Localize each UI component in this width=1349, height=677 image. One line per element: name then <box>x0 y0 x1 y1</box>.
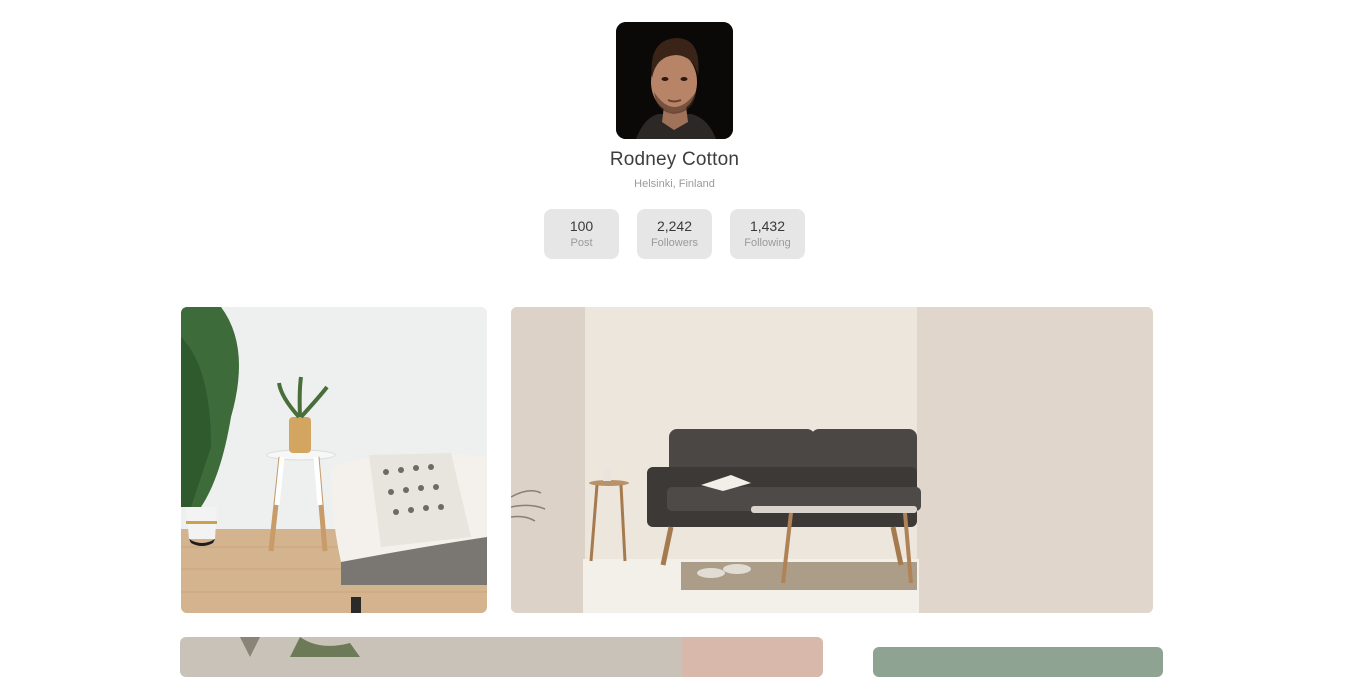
stat-label: Following <box>744 237 791 249</box>
stat-posts[interactable]: 100 Post <box>544 209 619 259</box>
avatar[interactable] <box>616 22 733 139</box>
stat-following[interactable]: 1,432 Following <box>730 209 805 259</box>
stat-label: Post <box>570 237 593 249</box>
photo-living-room-plants[interactable] <box>181 307 487 613</box>
stat-value: 100 <box>569 218 594 234</box>
stat-value: 1,432 <box>749 218 786 234</box>
photo-sage-wall[interactable] <box>873 647 1163 677</box>
profile-name: Rodney Cotton <box>609 149 740 170</box>
stat-label: Followers <box>650 237 699 249</box>
profile-location: Helsinki, Finland <box>634 178 715 190</box>
photo-grey-sofa-room[interactable] <box>511 307 1153 613</box>
photo-beige-interior[interactable] <box>180 637 823 677</box>
stat-value: 2,242 <box>656 218 693 234</box>
stat-followers[interactable]: 2,242 Followers <box>637 209 712 259</box>
